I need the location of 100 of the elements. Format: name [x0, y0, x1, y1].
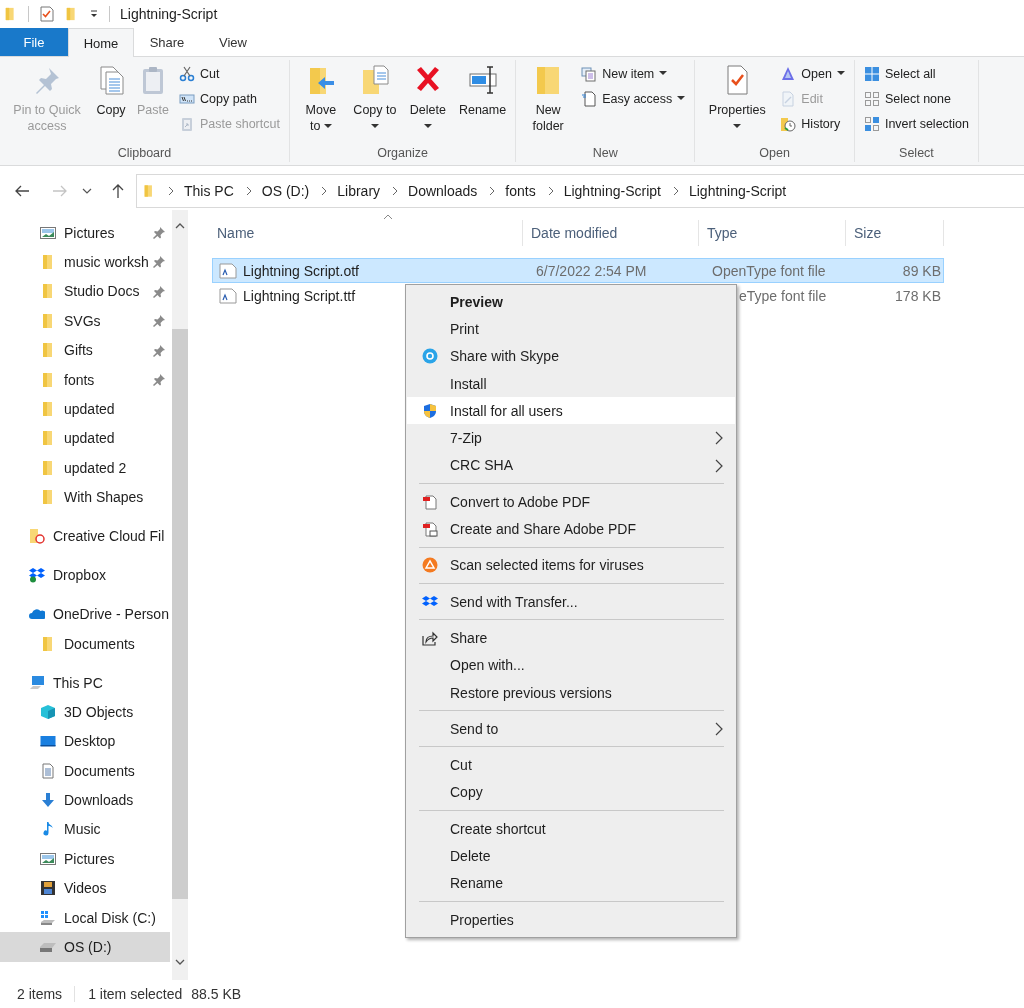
chevron-down-icon[interactable]: [82, 188, 92, 194]
address-bar[interactable]: This PC OS (D:) Library Downloads fonts Lightning-Script Lightning-Script: [136, 174, 1024, 208]
select-none-icon: [863, 90, 880, 107]
ribbon-button[interactable]: Delete: [403, 60, 452, 134]
film-icon: [40, 880, 56, 897]
ribbon-button[interactable]: History: [777, 111, 848, 136]
sidebar-item[interactable]: Videos: [0, 873, 170, 903]
menu-item[interactable]: Install for all users: [407, 397, 735, 425]
ribbon-button[interactable]: Cut: [176, 61, 283, 86]
sidebar-item[interactable]: Desktop: [0, 726, 170, 756]
sidebar-item[interactable]: OneDrive - Person: [0, 599, 170, 629]
chevron-right-icon[interactable]: [547, 186, 554, 196]
menu-item[interactable]: CRC SHA: [407, 451, 735, 480]
menu-item[interactable]: Properties: [407, 905, 735, 934]
sidebar-item[interactable]: Documents: [0, 756, 170, 786]
up-arrow-icon[interactable]: [110, 183, 126, 199]
sidebar-item[interactable]: Music: [0, 814, 170, 845]
chevron-right-icon[interactable]: [168, 186, 174, 196]
ribbon-button[interactable]: Easy access: [578, 86, 689, 111]
menu-item[interactable]: Print: [407, 315, 735, 343]
menu-item[interactable]: Preview: [407, 288, 735, 316]
sidebar-item[interactable]: 3D Objects: [0, 697, 170, 727]
menu-item[interactable]: Restore previous versions: [407, 678, 735, 707]
sidebar-item[interactable]: Dropbox: [0, 560, 170, 590]
chevron-right-icon[interactable]: [321, 186, 328, 196]
scroll-up-icon[interactable]: [175, 223, 185, 229]
column-header[interactable]: Date modified: [523, 220, 699, 246]
menu-item[interactable]: Delete: [407, 842, 735, 870]
menu-item[interactable]: Cut: [407, 751, 735, 779]
chevron-right-icon[interactable]: [672, 186, 679, 196]
menu-item[interactable]: Copy: [407, 778, 735, 807]
ribbon-tab[interactable]: File: [0, 28, 68, 56]
breadcrumb[interactable]: Lightning-Script: [563, 183, 661, 199]
sort-caret-icon: [383, 214, 393, 220]
menu-item[interactable]: Rename: [407, 869, 735, 897]
ribbon-button[interactable]: New item: [578, 61, 689, 86]
breadcrumb[interactable]: This PC: [184, 183, 234, 199]
ribbon-button[interactable]: New folder: [522, 60, 575, 134]
breadcrumb[interactable]: fonts: [505, 183, 536, 199]
window-title: Lightning-Script: [120, 6, 218, 22]
ribbon-tab[interactable]: Home: [68, 28, 134, 57]
scroll-thumb[interactable]: [172, 329, 188, 899]
sidebar-item[interactable]: fonts: [0, 364, 170, 395]
sidebar-item[interactable]: Documents: [0, 628, 170, 659]
column-header[interactable]: Name: [208, 220, 523, 246]
file-name[interactable]: Lightning Script.ttf: [243, 287, 356, 304]
menu-item[interactable]: Send with Transfer...: [407, 587, 735, 616]
menu-item[interactable]: Send to: [407, 715, 735, 743]
menu-item[interactable]: Share: [407, 624, 735, 652]
dropdown-icon[interactable]: [89, 9, 99, 19]
menu-item[interactable]: Create shortcut: [407, 815, 735, 843]
ribbon-button[interactable]: Invert selection: [860, 111, 972, 136]
chevron-right-icon[interactable]: [489, 186, 496, 196]
ribbon-button[interactable]: Select none: [860, 86, 972, 111]
sidebar-item[interactable]: Downloads: [0, 785, 170, 815]
breadcrumb[interactable]: Library: [337, 183, 381, 199]
sidebar-item[interactable]: This PC: [0, 667, 170, 698]
menu-item[interactable]: Convert to Adobe PDF: [407, 488, 735, 516]
sidebar-item[interactable]: updated 2: [0, 453, 170, 483]
sidebar-item[interactable]: Studio Docs: [0, 276, 170, 307]
ribbon-button[interactable]: Select all: [860, 61, 972, 86]
breadcrumb[interactable]: Downloads: [408, 183, 478, 199]
menu-item[interactable]: 7-Zip: [407, 424, 735, 452]
column-header[interactable]: Size: [846, 220, 944, 246]
sidebar-item[interactable]: Gifts: [0, 335, 170, 365]
sidebar-item[interactable]: Pictures: [0, 218, 170, 248]
menu-item[interactable]: Create and Share Adobe PDF: [407, 515, 735, 543]
ribbon-button[interactable]: Copy path: [176, 86, 283, 111]
sidebar-item[interactable]: updated: [0, 423, 170, 454]
checkmark-page-icon[interactable]: [39, 6, 55, 22]
breadcrumb[interactable]: OS (D:): [261, 183, 310, 199]
sidebar-item[interactable]: updated: [0, 394, 170, 424]
sidebar-item[interactable]: Creative Cloud Fil: [0, 521, 170, 551]
menu-item[interactable]: Install: [407, 369, 735, 398]
chevron-right-icon[interactable]: [392, 186, 399, 196]
back-arrow-icon[interactable]: [14, 183, 30, 199]
caret-icon: [370, 124, 379, 130]
sidebar-item[interactable]: Local Disk (C:): [0, 902, 170, 933]
scrollbar[interactable]: [172, 210, 188, 980]
menu-item[interactable]: Open with...: [407, 651, 735, 679]
column-header[interactable]: Type: [699, 220, 846, 246]
file-row[interactable]: Lightning Script.otf 6/7/2022 2:54 PM OpenType font file 89 KB: [212, 258, 944, 283]
ribbon-button[interactable]: Move to: [295, 60, 346, 134]
scroll-down-icon[interactable]: [175, 959, 185, 965]
sidebar-item[interactable]: Pictures: [0, 844, 170, 874]
ribbon-button[interactable]: Copy to: [349, 60, 400, 134]
sidebar-item[interactable]: OS (D:): [0, 932, 170, 962]
ribbon-button[interactable]: Properties: [701, 60, 774, 134]
ribbon-button[interactable]: Open: [777, 61, 848, 86]
open-icon: [780, 65, 797, 82]
file-name[interactable]: Lightning Script.otf: [243, 262, 359, 279]
sidebar-item[interactable]: SVGs: [0, 306, 170, 336]
sidebar-item[interactable]: With Shapes: [0, 482, 170, 512]
menu-item[interactable]: Share with Skype: [407, 342, 735, 370]
breadcrumb[interactable]: Lightning-Script: [688, 183, 787, 199]
ribbon-button[interactable]: Rename: [455, 60, 510, 118]
chevron-right-icon[interactable]: [245, 186, 252, 196]
sidebar-item[interactable]: music worksh: [0, 247, 170, 277]
menu-item[interactable]: Scan selected items for viruses: [407, 551, 735, 579]
ribbon-button[interactable]: Copy: [92, 60, 130, 118]
